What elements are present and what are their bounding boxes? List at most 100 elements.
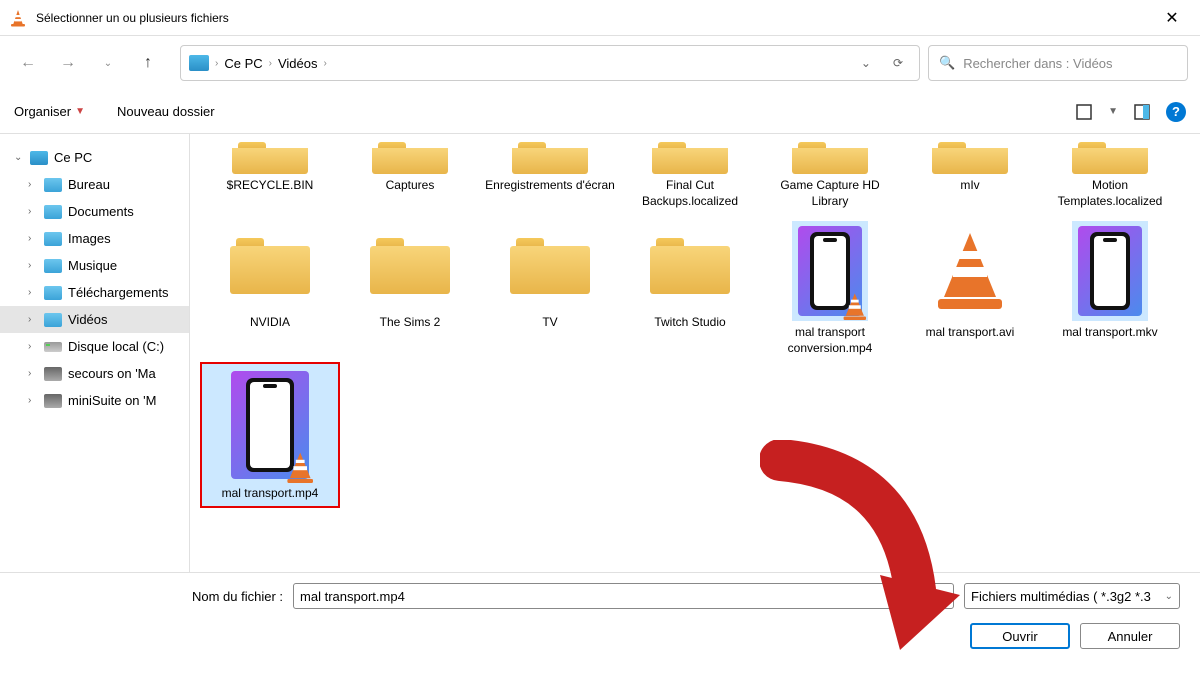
filetype-dropdown[interactable]: Fichiers multimédias ( *.3g2 *.3 ⌄ [964, 583, 1180, 609]
file-name: Captures [386, 178, 435, 194]
breadcrumb-dropdown[interactable]: ⌄ [853, 52, 879, 74]
video-thumbnail-icon [1078, 226, 1142, 316]
sidebar-item-label: secours on 'Ma [68, 366, 156, 381]
close-button[interactable]: ✕ [1152, 3, 1192, 33]
file-name: $RECYCLE.BIN [227, 178, 314, 194]
cancel-button[interactable]: Annuler [1080, 623, 1180, 649]
help-button[interactable]: ? [1166, 102, 1186, 122]
vlc-cone-icon [938, 233, 1002, 309]
file-name: TV [542, 315, 557, 331]
chevron-down-icon[interactable]: ▼ [1108, 106, 1118, 117]
folder-icon [932, 148, 1008, 174]
refresh-button[interactable]: ⟳ [885, 52, 911, 74]
filename-label: Nom du fichier : [192, 589, 283, 604]
file-item[interactable]: The Sims 2 [340, 215, 480, 362]
file-item[interactable]: mIv [900, 140, 1040, 215]
video-thumbnail-icon [798, 226, 862, 316]
file-item[interactable]: mal transport conversion.mp4 [760, 215, 900, 362]
folder-icon [792, 148, 868, 174]
file-name: mal transport.avi [926, 325, 1015, 341]
sidebar-item-telechargements[interactable]: ›Téléchargements [0, 279, 189, 306]
back-button[interactable]: ← [12, 47, 44, 79]
folder-icon [372, 148, 448, 174]
preview-pane-button[interactable] [1128, 98, 1156, 126]
network-drive-icon [44, 367, 62, 381]
file-item[interactable]: TV [480, 215, 620, 362]
sidebar-item-images[interactable]: ›Images [0, 225, 189, 252]
file-name: Twitch Studio [654, 315, 725, 331]
video-thumbnail-icon [231, 371, 309, 479]
folder-icon [44, 313, 62, 327]
chevron-down-icon: ▼ [75, 106, 85, 117]
file-name: NVIDIA [250, 315, 290, 331]
sidebar: ⌄ Ce PC ›Bureau ›Documents ›Images ›Musi… [0, 134, 190, 572]
chevron-down-icon: ⌄ [1165, 591, 1173, 602]
file-item[interactable]: $RECYCLE.BIN [200, 140, 340, 215]
sidebar-item-videos[interactable]: ›Vidéos [0, 306, 189, 333]
filename-input[interactable] [293, 583, 954, 609]
file-item[interactable]: mal transport.mkv [1040, 215, 1180, 362]
chevron-right-icon: › [28, 179, 38, 190]
sidebar-item-label: Musique [68, 258, 117, 273]
file-item[interactable]: Game Capture HD Library [760, 140, 900, 215]
file-item[interactable]: Final Cut Backups.localized [620, 140, 760, 215]
file-item[interactable]: Captures [340, 140, 480, 215]
sidebar-item-label: Documents [68, 204, 134, 219]
new-folder-button[interactable]: Nouveau dossier [117, 104, 215, 119]
pc-icon [189, 55, 209, 71]
sidebar-item-label: miniSuite on 'M [68, 393, 156, 408]
preview-icon [1133, 103, 1151, 121]
file-name: Enregistrements d'écran [485, 178, 615, 194]
sidebar-item-disque-local[interactable]: ›Disque local (C:) [0, 333, 189, 360]
sidebar-item-secours[interactable]: ›secours on 'Ma [0, 360, 189, 387]
folder-icon [1072, 148, 1148, 174]
pc-icon [30, 151, 48, 165]
nav-row: ← → ⌄ ↑ › Ce PC › Vidéos › ⌄ ⟳ 🔍 Recherc… [0, 36, 1200, 90]
file-name: mal transport.mp4 [222, 486, 319, 502]
chevron-right-icon: › [324, 58, 327, 69]
breadcrumb-videos[interactable]: Vidéos [278, 56, 318, 71]
view-mode-button[interactable] [1070, 98, 1098, 126]
chevron-down-icon: ⌄ [14, 152, 24, 163]
recent-dropdown[interactable]: ⌄ [92, 47, 124, 79]
breadcrumb[interactable]: › Ce PC › Vidéos › ⌄ ⟳ [180, 45, 920, 81]
search-placeholder: Rechercher dans : Vidéos [963, 56, 1112, 71]
breadcrumb-ce-pc[interactable]: Ce PC [224, 56, 262, 71]
file-name: Final Cut Backups.localized [625, 178, 755, 209]
sidebar-item-documents[interactable]: ›Documents [0, 198, 189, 225]
folder-icon [44, 232, 62, 246]
chevron-right-icon: › [28, 341, 38, 352]
sidebar-item-minisuite[interactable]: ›miniSuite on 'M [0, 387, 189, 414]
folder-icon [510, 238, 590, 294]
sidebar-item-musique[interactable]: › Musique [0, 252, 189, 279]
folder-icon [44, 178, 62, 192]
file-item[interactable]: Motion Templates.localized [1040, 140, 1180, 215]
search-input[interactable]: 🔍 Rechercher dans : Vidéos [928, 45, 1188, 81]
up-button[interactable]: ↑ [132, 47, 164, 79]
file-name: mal transport.mkv [1062, 325, 1157, 341]
file-item[interactable]: Enregistrements d'écran [480, 140, 620, 215]
filename-row: Nom du fichier : Fichiers multimédias ( … [20, 583, 1180, 609]
folder-icon [512, 148, 588, 174]
sidebar-item-label: Images [68, 231, 111, 246]
organize-button[interactable]: Organiser ▼ [14, 104, 85, 119]
chevron-right-icon: › [28, 260, 38, 271]
footer: Nom du fichier : Fichiers multimédias ( … [0, 572, 1200, 659]
file-name: The Sims 2 [380, 315, 441, 331]
sidebar-root-ce-pc[interactable]: ⌄ Ce PC [0, 144, 189, 171]
buttons-row: Ouvrir Annuler [20, 623, 1180, 649]
sidebar-item-bureau[interactable]: ›Bureau [0, 171, 189, 198]
filetype-label: Fichiers multimédias ( *.3g2 *.3 [971, 589, 1151, 604]
file-grid: $RECYCLE.BIN Captures Enregistrements d'… [190, 134, 1200, 572]
folder-icon [44, 205, 62, 219]
file-item[interactable]: mal transport.avi [900, 215, 1040, 362]
sidebar-item-label: Téléchargements [68, 285, 168, 300]
forward-button[interactable]: → [52, 47, 84, 79]
file-item[interactable]: NVIDIA [200, 215, 340, 362]
view-grid-icon [1075, 103, 1093, 121]
folder-icon [44, 259, 62, 273]
open-button[interactable]: Ouvrir [970, 623, 1070, 649]
file-item[interactable]: Twitch Studio [620, 215, 760, 362]
file-item-selected[interactable]: mal transport.mp4 [200, 362, 340, 508]
chevron-right-icon: › [269, 58, 272, 69]
